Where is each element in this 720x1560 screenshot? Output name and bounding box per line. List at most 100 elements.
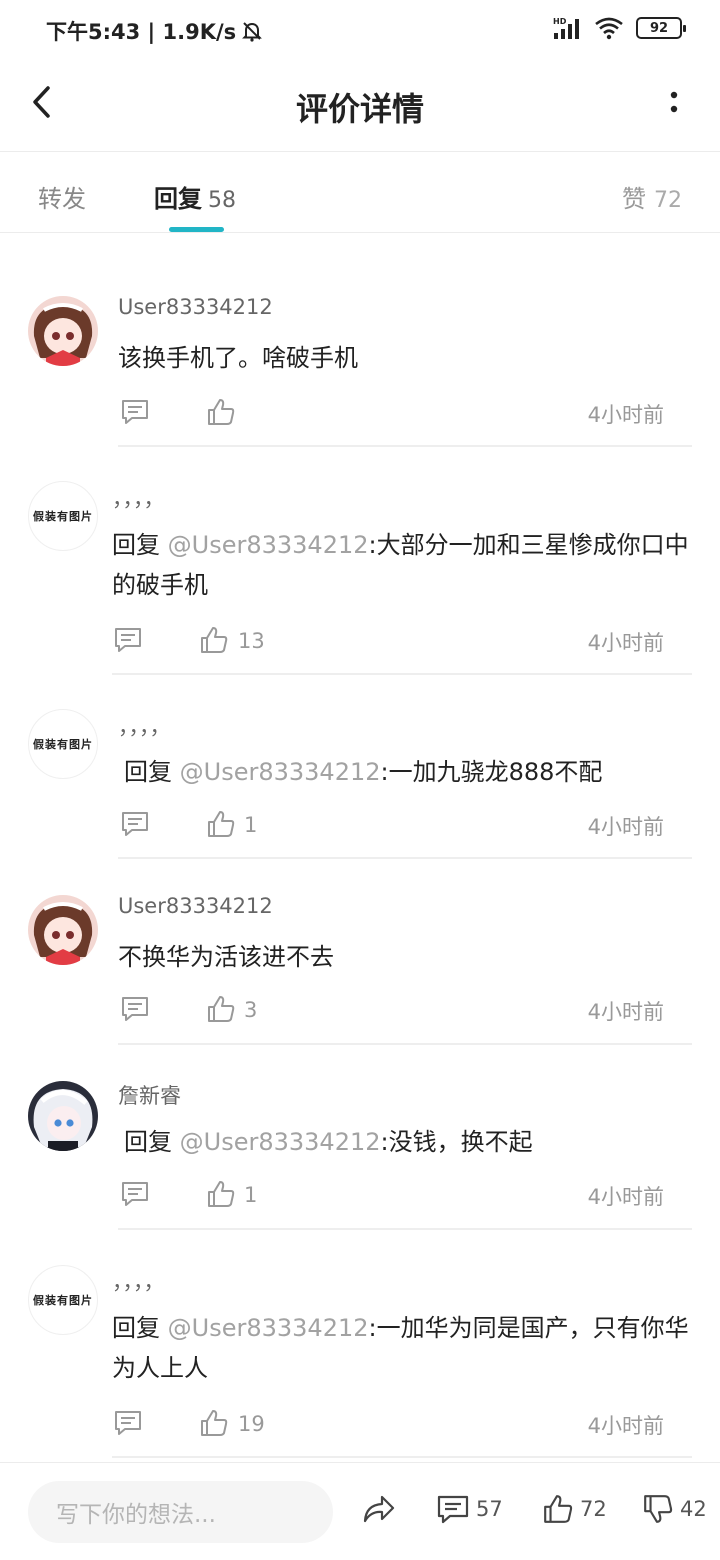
bottom-bar: 写下你的想法... 57 72 42 [0,1462,720,1560]
comment-content: 不换华为活该进不去 [118,943,334,971]
comment-text: 回复 @User83334212:没钱，换不起 [124,1122,704,1162]
tab-forward[interactable]: 转发 [38,179,86,214]
reply-prefix: 回复 [112,1314,168,1342]
divider [118,1043,692,1045]
comment-icon[interactable] [113,1408,143,1438]
comment-text: 不换华为活该进不去 [118,937,698,977]
mention-link[interactable]: @User83334212 [180,1128,381,1156]
comment-content: :没钱，换不起 [380,1128,533,1156]
avatar[interactable] [28,1081,98,1151]
avatar[interactable]: 假装有图片 [28,481,98,551]
mute-bell-icon [242,22,263,42]
wifi-icon [595,17,623,40]
like-button[interactable]: 72 [542,1493,607,1525]
comments-button[interactable]: 57 [436,1493,503,1525]
divider [112,1456,692,1458]
status-right: HD 92 [552,16,686,40]
comment-username[interactable]: ，，，， [118,711,171,741]
comment-time: 4小时前 [587,403,664,427]
comment-icon[interactable] [120,809,150,839]
like-count: 1 [244,1183,258,1207]
dislike-button[interactable]: 42 [642,1493,707,1525]
comment-time: 4小时前 [587,1000,664,1024]
like-count: 13 [238,629,265,653]
comment-time: 4小时前 [587,1414,664,1438]
status-bar: 下午5:43 | 1.9K/s HD 92 [0,0,720,60]
tab-bar: 转发 回复 58 赞 72 [0,153,720,233]
comment-input[interactable]: 写下你的想法... [28,1481,333,1543]
battery-level: 92 [649,20,669,36]
tab-reply[interactable]: 回复 58 [154,179,236,214]
thumbs-up-icon[interactable] [206,809,236,839]
anime-avatar-icon [28,1081,98,1151]
comment-actions: 4小时前 [0,397,720,437]
more-button[interactable] [662,86,686,122]
page-title: 评价详情 [295,90,424,128]
comment-icon[interactable] [120,994,150,1024]
comment-time: 4小时前 [587,631,664,655]
tab-like-label: 赞 [622,185,646,213]
thumbs-up-icon[interactable] [206,397,236,427]
anime-avatar-icon [28,895,98,965]
comment-actions: 19 4小时前 [0,1408,720,1448]
divider [118,1228,692,1230]
mention-link[interactable]: @User83334212 [180,758,381,786]
signal-icon: HD [553,17,579,39]
divider [118,445,692,447]
share-button[interactable] [362,1493,396,1525]
tab-reply-count: 58 [208,188,236,213]
thumbs-up-icon[interactable] [199,625,229,655]
avatar[interactable] [28,296,98,366]
comment-time: 4小时前 [587,815,664,839]
divider [118,857,692,859]
svg-text:HD: HD [553,17,567,26]
comment-username[interactable]: ，，，， [112,1266,165,1296]
like-count: 1 [244,813,258,837]
comment-username[interactable]: User83334212 [118,295,273,319]
avatar[interactable]: 假装有图片 [28,1265,98,1335]
share-arrow-icon [363,1495,395,1523]
comment-actions: 13 4小时前 [0,625,720,665]
reply-prefix: 回复 [112,531,168,559]
thumbs-up-icon[interactable] [206,1179,236,1209]
thumbs-up-icon [544,1495,573,1523]
comments-count: 57 [476,1497,503,1521]
comment-username[interactable]: 詹新睿 [118,1080,181,1110]
comment-content: :一加九骁龙888不配 [380,758,603,786]
reply-prefix: 回复 [124,758,180,786]
more-vertical-icon [670,91,678,113]
tab-like-count: 72 [654,188,682,213]
tab-forward-label: 转发 [38,185,86,213]
comment-text: 回复 @User83334212:一加九骁龙888不配 [124,752,704,792]
comment-icon[interactable] [113,625,143,655]
like-count: 19 [238,1412,265,1436]
comment-username[interactable]: ，，，， [112,483,165,513]
thumbs-up-icon[interactable] [199,1408,229,1438]
mention-link[interactable]: @User83334212 [168,531,369,559]
comment-content: 该换手机了。啥破手机 [118,344,358,372]
dislike-count: 42 [680,1497,707,1521]
comment-actions: 3 4小时前 [0,994,720,1034]
comment-input-placeholder: 写下你的想法... [56,1502,216,1528]
comment-username[interactable]: User83334212 [118,894,273,918]
reply-prefix: 回复 [124,1128,180,1156]
comment-icon[interactable] [120,397,150,427]
like-count: 72 [580,1497,607,1521]
thumbs-up-icon[interactable] [206,994,236,1024]
tab-active-indicator [169,227,224,232]
status-time-speed: 下午5:43 | 1.9K/s [46,20,237,44]
status-left: 下午5:43 | 1.9K/s [46,16,264,46]
mention-link[interactable]: @User83334212 [168,1314,369,1342]
comment-text: 该换手机了。啥破手机 [118,338,698,378]
battery-icon: 92 [636,17,686,39]
header: 评价详情 [0,60,720,152]
like-count: 3 [244,998,258,1022]
divider [112,673,692,675]
tab-reply-label: 回复 [154,185,202,213]
comment-time: 4小时前 [587,1185,664,1209]
tab-like[interactable]: 赞 72 [622,179,682,214]
avatar[interactable] [28,895,98,965]
anime-avatar-icon [28,296,98,366]
comment-icon[interactable] [120,1179,150,1209]
avatar[interactable]: 假装有图片 [28,709,98,779]
